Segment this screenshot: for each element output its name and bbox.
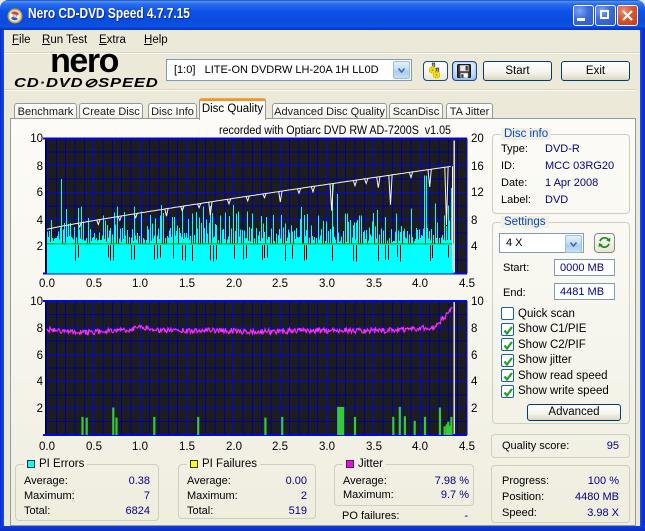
svg-text:6: 6 <box>37 187 43 199</box>
svg-text:4.0: 4.0 <box>412 441 428 453</box>
svg-text:2.5: 2.5 <box>272 278 288 290</box>
svg-text:6: 6 <box>471 350 477 362</box>
svg-text:2: 2 <box>37 403 43 415</box>
svg-text:12: 12 <box>471 187 484 199</box>
svg-text:0.5: 0.5 <box>86 441 102 453</box>
svg-text:8: 8 <box>37 161 43 173</box>
svg-text:4: 4 <box>37 215 44 227</box>
svg-text:4.5: 4.5 <box>459 441 475 453</box>
svg-text:4: 4 <box>471 241 478 253</box>
svg-text:8: 8 <box>471 323 477 335</box>
svg-text:8: 8 <box>471 215 477 227</box>
svg-text:8: 8 <box>37 323 43 335</box>
svg-text:2.5: 2.5 <box>272 441 288 453</box>
svg-text:10: 10 <box>30 296 43 308</box>
svg-text:10: 10 <box>30 133 43 145</box>
svg-text:2.0: 2.0 <box>226 278 242 290</box>
svg-text:16: 16 <box>471 161 484 173</box>
svg-text:0.0: 0.0 <box>39 441 55 453</box>
svg-text:4: 4 <box>37 376 44 388</box>
svg-text:3.0: 3.0 <box>319 278 335 290</box>
svg-text:3.5: 3.5 <box>366 441 382 453</box>
svg-text:2: 2 <box>37 241 43 253</box>
svg-text:1.0: 1.0 <box>132 441 148 453</box>
svg-text:4: 4 <box>471 376 478 388</box>
svg-text:6: 6 <box>37 350 43 362</box>
svg-text:1.0: 1.0 <box>132 278 148 290</box>
svg-text:2: 2 <box>471 403 477 415</box>
svg-text:4.5: 4.5 <box>459 278 475 290</box>
svg-text:10: 10 <box>471 296 484 308</box>
svg-text:2.0: 2.0 <box>226 441 242 453</box>
svg-text:1.5: 1.5 <box>179 278 195 290</box>
svg-text:3.0: 3.0 <box>319 441 335 453</box>
svg-text:0.5: 0.5 <box>86 278 102 290</box>
svg-text:4.0: 4.0 <box>412 278 428 290</box>
svg-text:1.5: 1.5 <box>179 441 195 453</box>
svg-text:3.5: 3.5 <box>366 278 382 290</box>
svg-text:0.0: 0.0 <box>39 278 55 290</box>
svg-text:20: 20 <box>471 133 484 145</box>
svg-text:recorded with Optiarc DVD RW A: recorded with Optiarc DVD RW AD-7200S v1… <box>219 125 451 137</box>
